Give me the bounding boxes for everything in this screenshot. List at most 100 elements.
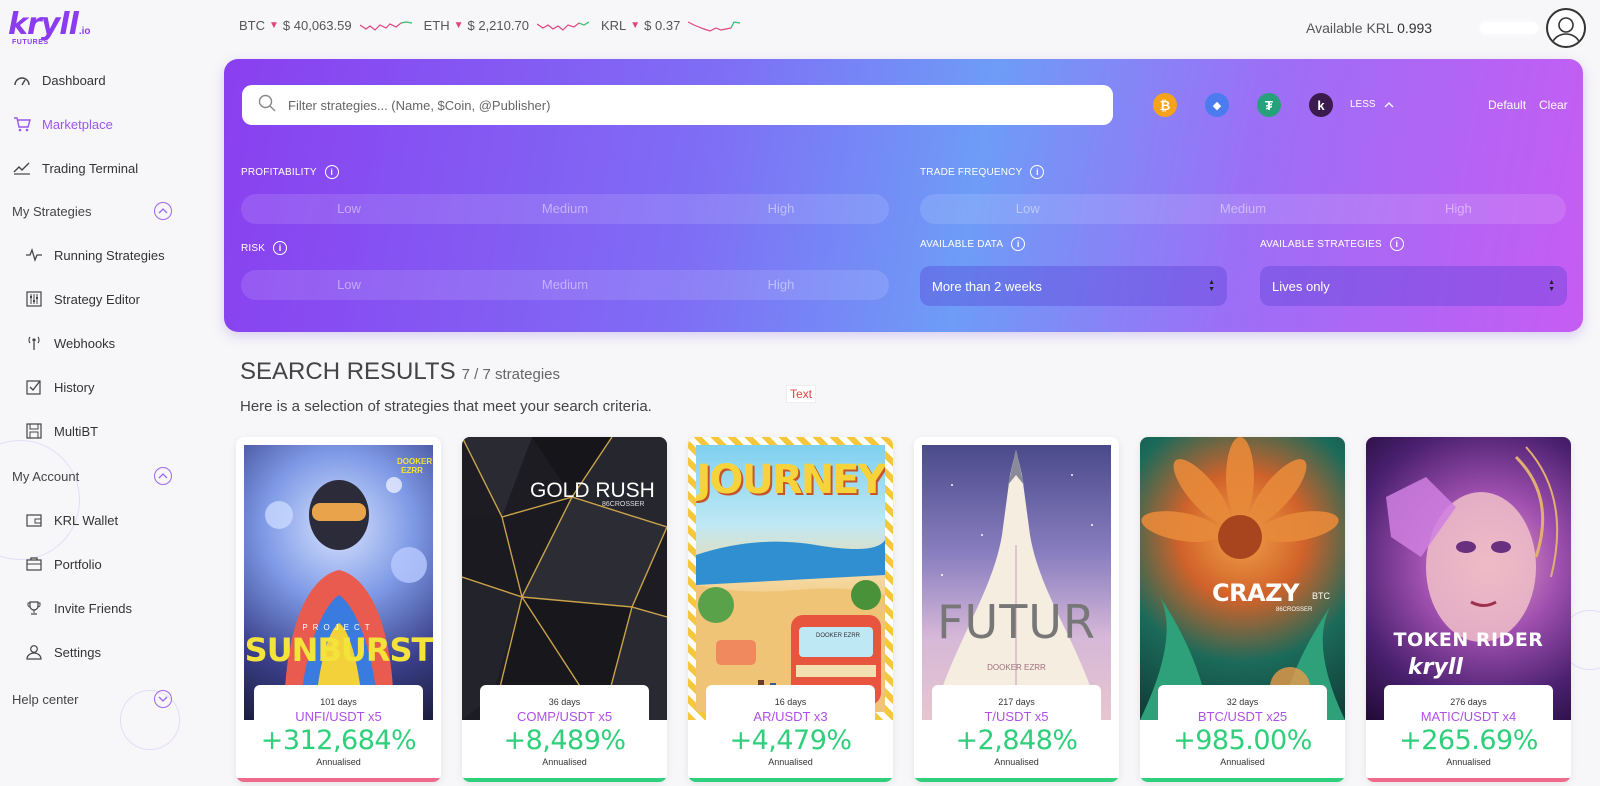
- ticker-symbol: BTC: [239, 18, 265, 33]
- ethereum-icon[interactable]: ◆: [1205, 93, 1229, 117]
- chevron-down-icon[interactable]: [154, 690, 172, 708]
- strategy-days: 101 days: [320, 697, 357, 707]
- sidebar-item-label: Invite Friends: [54, 600, 133, 616]
- section-my-strategies[interactable]: My Strategies: [12, 202, 172, 220]
- filter-label-text: TRADE FREQUENCY: [920, 166, 1023, 178]
- profitability-high[interactable]: High: [673, 194, 889, 224]
- sidebar-item-portfolio[interactable]: Portfolio: [24, 555, 102, 573]
- annualised-label: Annualised: [542, 757, 587, 767]
- available-data-label: AVAILABLE DATA i: [920, 237, 1026, 251]
- sidebar-item-marketplace[interactable]: Marketplace: [12, 115, 113, 133]
- down-arrow-icon: ▼: [269, 20, 279, 31]
- kryll-icon[interactable]: k: [1309, 93, 1333, 117]
- sidebar-item-label: Webhooks: [54, 335, 116, 351]
- sidebar-item-running-strategies[interactable]: Running Strategies: [24, 246, 165, 264]
- strategy-days: 36 days: [548, 697, 581, 707]
- section-label: My Account: [12, 468, 80, 484]
- user-avatar[interactable]: [1546, 8, 1586, 48]
- trophy-icon: [24, 599, 44, 617]
- strategy-artwork: TOKEN RIDER kryll: [1366, 437, 1571, 720]
- profitability-selector: Low Medium High: [241, 194, 889, 224]
- risk-low[interactable]: Low: [241, 270, 457, 300]
- trade-frequency-medium[interactable]: Medium: [1135, 194, 1350, 224]
- filter-label-text: AVAILABLE DATA: [920, 238, 1004, 250]
- sidebar-item-label: Trading Terminal: [42, 160, 139, 176]
- strategy-card[interactable]: TOKEN RIDER kryll 276 days MATIC/USDT x4…: [1366, 437, 1571, 782]
- risk-selector: Low Medium High: [241, 270, 889, 300]
- text-button[interactable]: Text: [786, 385, 817, 403]
- sidebar-item-trading-terminal[interactable]: Trading Terminal: [12, 159, 138, 177]
- artwork-title: JOURNEY: [696, 457, 885, 503]
- sidebar-item-history[interactable]: History: [24, 378, 94, 396]
- filter-panel: Filter strategies... (Name, $Coin, @Publ…: [224, 59, 1583, 332]
- info-icon[interactable]: i: [324, 165, 339, 179]
- strategy-artwork: JOURNEY DOOKER EZRR: [688, 437, 893, 720]
- profitability-medium[interactable]: Medium: [457, 194, 673, 224]
- strategy-card[interactable]: PROJECT SUNBURST DOOKER EZRR 101 days UN…: [236, 437, 441, 782]
- card-accent-bar: [1366, 778, 1571, 782]
- search-icon: [258, 94, 276, 117]
- strategy-return: +312,684%: [260, 725, 417, 756]
- sidebar-item-multibt[interactable]: MultiBT: [24, 422, 98, 440]
- chevron-up-icon[interactable]: [154, 467, 172, 485]
- available-data-select[interactable]: More than 2 weeks ▲ ▼: [920, 266, 1227, 306]
- strategy-stats: 16 days AR/USDT x3 +4,479% Annualised: [706, 685, 875, 782]
- artwork-credit: kryll: [1408, 655, 1463, 680]
- artwork-credit: DOOKER EZRR: [815, 633, 860, 639]
- strategy-days: 217 days: [998, 697, 1035, 707]
- sidebar-item-krl-wallet[interactable]: KRL Wallet: [24, 511, 118, 529]
- bitcoin-icon[interactable]: ₿: [1153, 93, 1177, 117]
- logo-wordmark: kryll: [8, 7, 79, 42]
- info-icon[interactable]: i: [273, 241, 288, 255]
- tether-icon[interactable]: ₮: [1257, 93, 1281, 117]
- strategy-artwork: CRAZY BTC 86CROSSER: [1140, 437, 1345, 720]
- annualised-label: Annualised: [994, 757, 1039, 767]
- strategy-card[interactable]: CRAZY BTC 86CROSSER 32 days BTC/USDT x25…: [1140, 437, 1345, 782]
- strategy-card[interactable]: JOURNEY DOOKER EZRR 16 days AR/USDT x3 +…: [688, 437, 893, 782]
- sidebar-item-strategy-editor[interactable]: Strategy Editor: [24, 290, 140, 308]
- ticker-price: $ 40,063.59: [282, 18, 352, 33]
- risk-medium[interactable]: Medium: [457, 270, 673, 300]
- kryll-logo[interactable]: kryll.io FUTURES: [8, 10, 98, 50]
- strategy-card[interactable]: GOLD RUSH 86CROSSER 36 days COMP/USDT x5…: [462, 437, 667, 782]
- sidebar-item-label: KRL Wallet: [54, 512, 119, 528]
- strategy-pair: UNFI/USDT x5: [295, 709, 382, 724]
- antenna-icon: [24, 334, 44, 352]
- section-my-account[interactable]: My Account: [12, 467, 172, 485]
- strategy-card[interactable]: FUTUR DOOKER EZRR 217 days T/USDT x5 +2,…: [914, 437, 1119, 782]
- available-strategies-select[interactable]: Lives only ▲ ▼: [1260, 266, 1567, 306]
- sidebar-item-label: Settings: [54, 644, 101, 660]
- default-filters-link[interactable]: Default: [1488, 98, 1526, 112]
- section-help-center[interactable]: Help center: [12, 690, 172, 708]
- ticker-price: $ 0.37: [644, 18, 681, 33]
- info-icon[interactable]: i: [1389, 237, 1404, 251]
- profitability-low[interactable]: Low: [241, 194, 457, 224]
- strategy-stats: 32 days BTC/USDT x25 +985.00% Annualised: [1158, 685, 1327, 782]
- sidebar-item-dashboard[interactable]: Dashboard: [12, 71, 106, 89]
- available-krl-value: 0.993: [1397, 20, 1433, 36]
- artwork-title: TOKEN RIDER: [1393, 629, 1544, 651]
- less-toggle[interactable]: LESS: [1350, 99, 1394, 110]
- strategy-search-input[interactable]: Filter strategies... (Name, $Coin, @Publ…: [242, 85, 1113, 125]
- strategy-return: +8,489%: [503, 725, 626, 756]
- info-icon[interactable]: i: [1030, 165, 1045, 179]
- chevron-up-icon[interactable]: [154, 202, 172, 220]
- clear-filters-link[interactable]: Clear: [1539, 98, 1568, 112]
- artwork-title: FUTUR: [937, 595, 1096, 649]
- risk-high[interactable]: High: [673, 270, 889, 300]
- search-results-title: SEARCH RESULTS 7 / 7 strategies: [240, 358, 560, 386]
- trade-frequency-selector: Low Medium High: [920, 194, 1566, 224]
- sparkline-chart: [359, 20, 412, 31]
- sidebar-item-webhooks[interactable]: Webhooks: [24, 334, 115, 352]
- select-value: Lives only: [1272, 278, 1330, 294]
- artwork-credit: 86CROSSER: [1276, 607, 1313, 613]
- artwork-credit: 86CROSSER: [602, 501, 645, 508]
- strategy-return: +985.00%: [1173, 725, 1312, 756]
- info-icon[interactable]: i: [1011, 237, 1026, 251]
- trade-frequency-low[interactable]: Low: [920, 194, 1135, 224]
- sidebar-item-settings[interactable]: Settings: [24, 643, 101, 661]
- sidebar-item-invite-friends[interactable]: Invite Friends: [24, 599, 132, 617]
- strategy-artwork: PROJECT SUNBURST DOOKER EZRR: [244, 445, 433, 720]
- sidebar-item-label: Strategy Editor: [54, 291, 140, 307]
- trade-frequency-high[interactable]: High: [1351, 194, 1566, 224]
